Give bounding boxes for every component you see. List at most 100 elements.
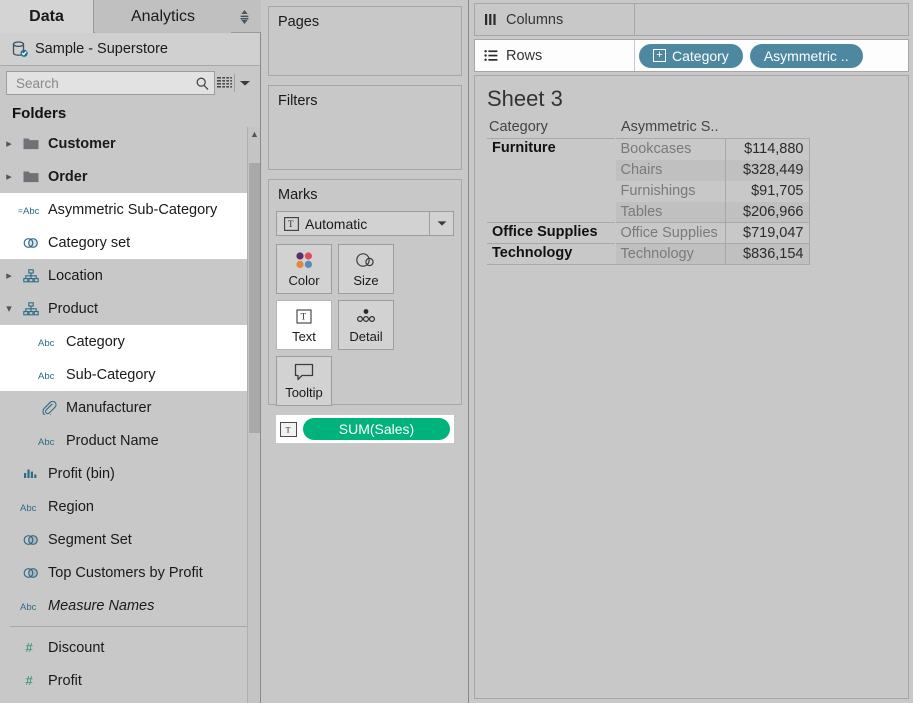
number-hash-icon: # xyxy=(18,674,44,688)
field-item-location[interactable]: ▸ Location xyxy=(0,259,260,292)
field-label: Discount xyxy=(48,639,105,656)
columns-icon xyxy=(484,13,498,26)
cell-subcategory: Technology xyxy=(615,243,725,265)
field-item-profit-bin[interactable]: Profit (bin) xyxy=(0,457,260,490)
folder-icon xyxy=(18,170,44,183)
svg-text:#: # xyxy=(26,674,34,688)
color-dots-icon xyxy=(294,250,314,270)
toolbar-divider xyxy=(234,74,235,92)
data-pane: Data Analytics Sample - Superstore Searc… xyxy=(0,0,261,703)
pages-card-title: Pages xyxy=(278,14,320,30)
marks-color-button[interactable]: Color xyxy=(276,244,332,294)
pill-category-label: Category xyxy=(672,47,729,64)
field-label: Sub-Category xyxy=(66,366,156,383)
text-mark-icon: T xyxy=(277,216,305,231)
pill-category[interactable]: + Category xyxy=(639,43,743,68)
table-header-row: Category Asymmetric S.. xyxy=(487,118,809,139)
rows-shelf-dropzone[interactable]: + Category Asymmetric .. xyxy=(635,40,908,71)
field-label: Profit xyxy=(48,672,82,689)
chevron-right-icon[interactable]: ▸ xyxy=(0,137,18,150)
tableau-window: Data Analytics Sample - Superstore Searc… xyxy=(0,0,913,703)
search-input-wrapper[interactable] xyxy=(6,71,215,95)
field-label: Profit (bin) xyxy=(48,465,115,482)
bin-icon xyxy=(18,467,44,480)
columns-shelf-dropzone[interactable] xyxy=(635,4,908,35)
mark-type-selector[interactable]: T Automatic xyxy=(276,211,454,236)
field-label: Category xyxy=(66,333,125,350)
sort-arrows-icon[interactable] xyxy=(231,0,257,33)
columns-shelf-label-group: Columns xyxy=(475,4,635,35)
field-item-region[interactable]: Abc Region xyxy=(0,490,260,523)
field-item-discount[interactable]: # Discount xyxy=(0,631,260,664)
marks-tooltip-button[interactable]: Tooltip xyxy=(276,356,332,406)
marks-text-pill-row: T SUM(Sales) xyxy=(276,415,454,443)
svg-text:T: T xyxy=(288,219,294,229)
field-item-product-name[interactable]: Abc Product Name xyxy=(0,424,260,457)
tab-analytics[interactable]: Analytics xyxy=(95,0,231,33)
text-mark-icon: T xyxy=(280,421,297,437)
hierarchy-icon xyxy=(18,268,44,283)
tab-data[interactable]: Data xyxy=(0,0,94,33)
field-item-category[interactable]: Abc Category xyxy=(0,325,260,358)
filters-card[interactable]: Filters xyxy=(268,85,462,170)
worksheet-pane: Columns Rows + Category Asymmetric .. Sh… xyxy=(470,0,913,703)
rows-icon xyxy=(484,49,498,62)
field-item-profit[interactable]: # Profit xyxy=(0,664,260,697)
field-item-sub-category[interactable]: Abc Sub-Category xyxy=(0,358,260,391)
marks-card-title: Marks xyxy=(278,187,318,203)
field-label: Top Customers by Profit xyxy=(48,564,203,581)
chevron-down-icon[interactable]: ▾ xyxy=(0,302,18,315)
field-item-profit-ratio[interactable]: = # Profit Ratio xyxy=(0,697,260,703)
field-item-top-customers-by-profit[interactable]: Top Customers by Profit xyxy=(0,556,260,589)
rows-shelf-label-group: Rows xyxy=(475,40,635,71)
svg-text:Abc: Abc xyxy=(38,338,55,348)
field-list-scrollbar[interactable]: ▲ xyxy=(247,127,260,703)
field-item-measure-names[interactable]: Abc Measure Names xyxy=(0,589,260,622)
columns-shelf[interactable]: Columns xyxy=(474,3,909,36)
field-item-product[interactable]: ▾ Product xyxy=(0,292,260,325)
scroll-up-icon[interactable]: ▲ xyxy=(248,127,260,141)
search-input[interactable] xyxy=(14,74,195,92)
cell-category: Technology xyxy=(487,243,616,265)
chevron-down-icon[interactable] xyxy=(236,71,254,95)
grid-view-icon[interactable] xyxy=(215,71,233,95)
marks-text-button[interactable]: T Text xyxy=(276,300,332,350)
marks-tooltip-label: Tooltip xyxy=(285,385,323,400)
marks-size-button[interactable]: Size xyxy=(338,244,394,294)
number-hash-icon: # xyxy=(18,641,44,655)
field-item-category-set[interactable]: Category set xyxy=(0,226,260,259)
magnifier-icon[interactable] xyxy=(195,76,210,91)
text-abc-icon: Abc xyxy=(36,336,62,348)
field-list: ▸ Customer ▸ Order = Abc Asymmetric Sub-… xyxy=(0,127,260,703)
plus-box-icon[interactable]: + xyxy=(653,49,666,62)
field-item-order[interactable]: ▸ Order xyxy=(0,160,260,193)
field-label: Location xyxy=(48,267,103,284)
mark-type-label: Automatic xyxy=(305,215,368,232)
marks-size-label: Size xyxy=(353,273,379,288)
field-item-asymmetric-sub-category[interactable]: = Abc Asymmetric Sub-Category xyxy=(0,193,260,226)
set-icon xyxy=(18,236,44,250)
chevron-right-icon[interactable]: ▸ xyxy=(0,170,18,183)
search-row xyxy=(0,66,260,100)
svg-text:Abc: Abc xyxy=(20,503,37,513)
field-item-manufacturer[interactable]: Manufacturer xyxy=(0,391,260,424)
chevron-down-icon[interactable] xyxy=(429,212,453,235)
text-abc-icon: Abc xyxy=(18,600,44,612)
chevron-right-icon[interactable]: ▸ xyxy=(0,269,18,282)
table-row[interactable]: Technology Technology $836,154 xyxy=(487,243,810,265)
scrollbar-thumb[interactable] xyxy=(249,163,260,433)
cell-subcategory: Chairs xyxy=(615,159,725,181)
field-item-segment-set[interactable]: Segment Set xyxy=(0,523,260,556)
folder-icon xyxy=(18,137,44,150)
pill-asymmetric-sub-category[interactable]: Asymmetric .. xyxy=(749,43,863,68)
field-item-customer[interactable]: ▸ Customer xyxy=(0,127,260,160)
pages-card[interactable]: Pages xyxy=(268,6,462,76)
rows-shelf[interactable]: Rows + Category Asymmetric .. xyxy=(474,39,909,72)
pill-sum-sales[interactable]: SUM(Sales) xyxy=(303,418,450,440)
attachment-icon xyxy=(36,400,62,415)
table-row[interactable]: Furniture Bookcases $114,880 xyxy=(487,138,810,223)
tab-data-label: Data xyxy=(29,7,64,25)
table-row[interactable]: Office Supplies Office Supplies $719,047 xyxy=(487,222,810,244)
datasource-row[interactable]: Sample - Superstore xyxy=(0,33,260,66)
marks-detail-button[interactable]: Detail xyxy=(338,300,394,350)
